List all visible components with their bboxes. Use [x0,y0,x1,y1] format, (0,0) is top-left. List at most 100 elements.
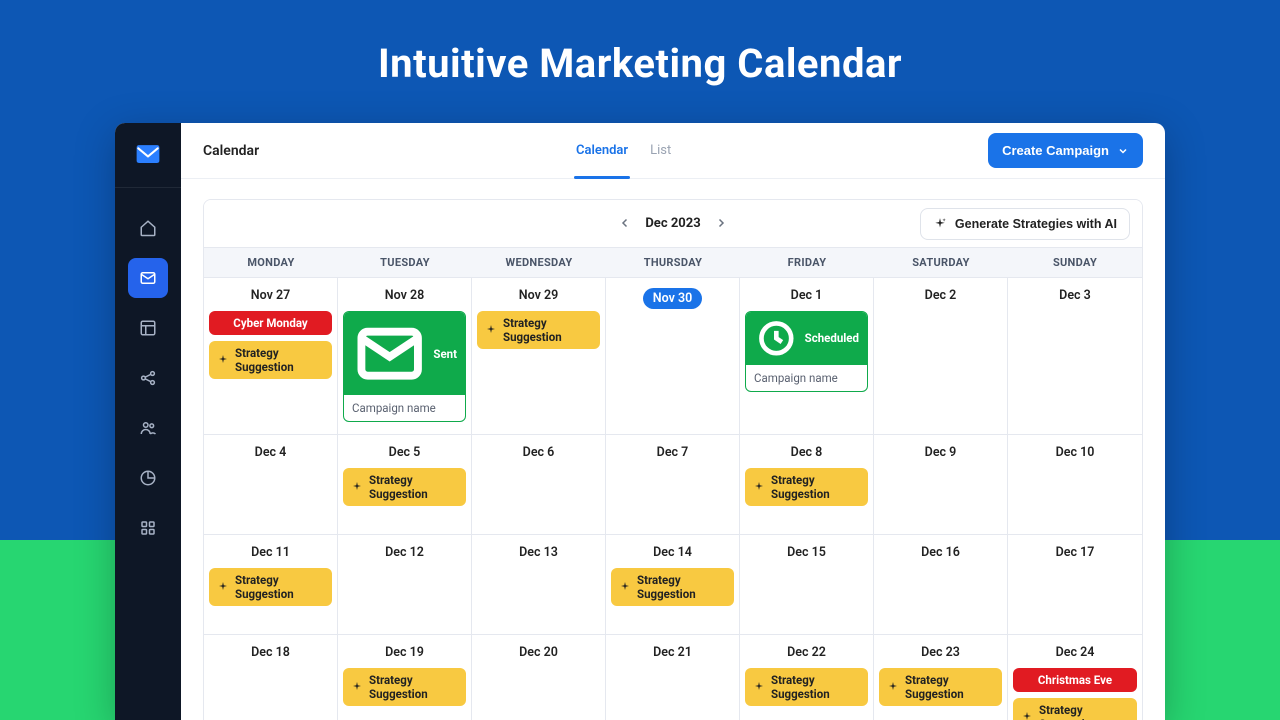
date-label: Dec 22 [745,645,868,660]
sparkle-icon [485,324,497,336]
day-cell[interactable]: Dec 2 [874,278,1008,435]
calendar: Dec 2023 Generate Strategies with AI MON… [203,199,1143,720]
day-cell[interactable]: Dec 1 Scheduled Campaign name [740,278,874,435]
nav-people[interactable] [128,408,168,448]
day-cell[interactable]: Dec 17 [1008,535,1142,635]
calendar-grid: Nov 27 Cyber Monday Strategy Suggestion … [204,278,1142,720]
day-cell[interactable]: Dec 4 [204,435,338,535]
day-cell[interactable]: Dec 7 [606,435,740,535]
generate-ai-button[interactable]: Generate Strategies with AI [920,208,1130,240]
date-label: Dec 19 [343,645,466,660]
event-strategy[interactable]: Strategy Suggestion [745,468,868,506]
date-label: Dec 21 [611,645,734,660]
sparkle-icon [887,681,899,693]
day-cell[interactable]: Dec 23 Strategy Suggestion [874,635,1008,720]
sparkle-icon [933,217,947,231]
day-cell[interactable]: Dec 14 Strategy Suggestion [606,535,740,635]
event-strategy[interactable]: Strategy Suggestion [1013,698,1137,720]
day-cell[interactable]: Dec 20 [472,635,606,720]
date-label: Dec 18 [209,645,332,660]
day-cell[interactable]: Dec 22 Strategy Suggestion [740,635,874,720]
date-label: Dec 1 [745,288,868,303]
campaign-name: Campaign name [344,395,465,421]
event-strategy[interactable]: Strategy Suggestion [343,468,466,506]
weekday-thu: THURSDAY [606,248,740,277]
date-label: Dec 9 [879,445,1002,460]
date-label: Dec 2 [879,288,1002,303]
tab-calendar[interactable]: Calendar [576,123,628,178]
campaign-name: Campaign name [746,365,867,391]
next-month-button[interactable] [715,214,727,233]
event-strategy[interactable]: Strategy Suggestion [209,341,332,379]
date-label: Dec 15 [745,545,868,560]
day-cell[interactable]: Dec 10 [1008,435,1142,535]
date-label: Dec 7 [611,445,734,460]
prev-month-button[interactable] [619,214,631,233]
date-label: Dec 3 [1013,288,1137,303]
weekday-row: MONDAY TUESDAY WEDNESDAY THURSDAY FRIDAY… [204,248,1142,278]
day-cell[interactable]: Dec 3 [1008,278,1142,435]
nav-templates[interactable] [128,308,168,348]
weekday-mon: MONDAY [204,248,338,277]
date-label: Dec 24 [1013,645,1137,660]
clock-icon [754,316,799,361]
sparkle-icon [217,354,229,366]
date-label: Dec 12 [343,545,466,560]
day-cell[interactable]: Dec 13 [472,535,606,635]
event-strategy[interactable]: Strategy Suggestion [477,311,600,349]
weekday-fri: FRIDAY [740,248,874,277]
day-cell[interactable]: Dec 15 [740,535,874,635]
date-label: Dec 5 [343,445,466,460]
date-label-today: Nov 30 [611,288,734,309]
date-label: Dec 4 [209,445,332,460]
sparkle-icon [753,481,765,493]
event-holiday[interactable]: Christmas Eve [1013,668,1137,692]
event-strategy[interactable]: Strategy Suggestion [611,568,734,606]
view-tabs: Calendar List [576,123,671,178]
nav-campaigns[interactable] [128,258,168,298]
event-strategy[interactable]: Strategy Suggestion [209,568,332,606]
date-label: Dec 8 [745,445,868,460]
nav-home[interactable] [128,208,168,248]
date-label: Dec 6 [477,445,600,460]
create-campaign-button[interactable]: Create Campaign [988,133,1143,168]
day-cell[interactable]: Dec 9 [874,435,1008,535]
day-cell[interactable]: Nov 29 Strategy Suggestion [472,278,606,435]
day-cell[interactable]: Dec 8 Strategy Suggestion [740,435,874,535]
date-label: Dec 14 [611,545,734,560]
event-strategy[interactable]: Strategy Suggestion [745,668,868,706]
nav-apps[interactable] [128,508,168,548]
date-label: Dec 23 [879,645,1002,660]
date-label: Dec 17 [1013,545,1137,560]
day-cell[interactable]: Dec 12 [338,535,472,635]
chevron-down-icon [1117,145,1129,157]
day-cell[interactable]: Dec 24 Christmas Eve Strategy Suggestion [1008,635,1142,720]
campaign-card-sent[interactable]: Sent Campaign name [343,311,466,422]
date-label: Nov 27 [209,288,332,303]
day-cell[interactable]: Nov 27 Cyber Monday Strategy Suggestion [204,278,338,435]
weekday-sun: SUNDAY [1008,248,1142,277]
day-cell[interactable]: Dec 21 [606,635,740,720]
day-cell[interactable]: Dec 5 Strategy Suggestion [338,435,472,535]
app-window: Calendar Calendar List Create Campaign D… [115,123,1165,720]
nav-reports[interactable] [128,458,168,498]
day-cell[interactable]: Nov 28 Sent Campaign name [338,278,472,435]
day-cell[interactable]: Dec 11 Strategy Suggestion [204,535,338,635]
event-holiday[interactable]: Cyber Monday [209,311,332,335]
day-cell[interactable]: Dec 6 [472,435,606,535]
day-cell[interactable]: Dec 16 [874,535,1008,635]
campaign-card-scheduled[interactable]: Scheduled Campaign name [745,311,868,392]
day-cell[interactable]: Dec 18 [204,635,338,720]
event-strategy[interactable]: Strategy Suggestion [343,668,466,706]
page-title: Calendar [203,143,259,159]
tab-list[interactable]: List [650,123,671,178]
mail-icon [352,316,427,391]
nav-share[interactable] [128,358,168,398]
date-label: Dec 10 [1013,445,1137,460]
create-campaign-label: Create Campaign [1002,143,1109,158]
event-strategy[interactable]: Strategy Suggestion [879,668,1002,706]
date-label: Dec 11 [209,545,332,560]
weekday-sat: SATURDAY [874,248,1008,277]
day-cell[interactable]: Dec 19 Strategy Suggestion [338,635,472,720]
day-cell[interactable]: Nov 30 [606,278,740,435]
